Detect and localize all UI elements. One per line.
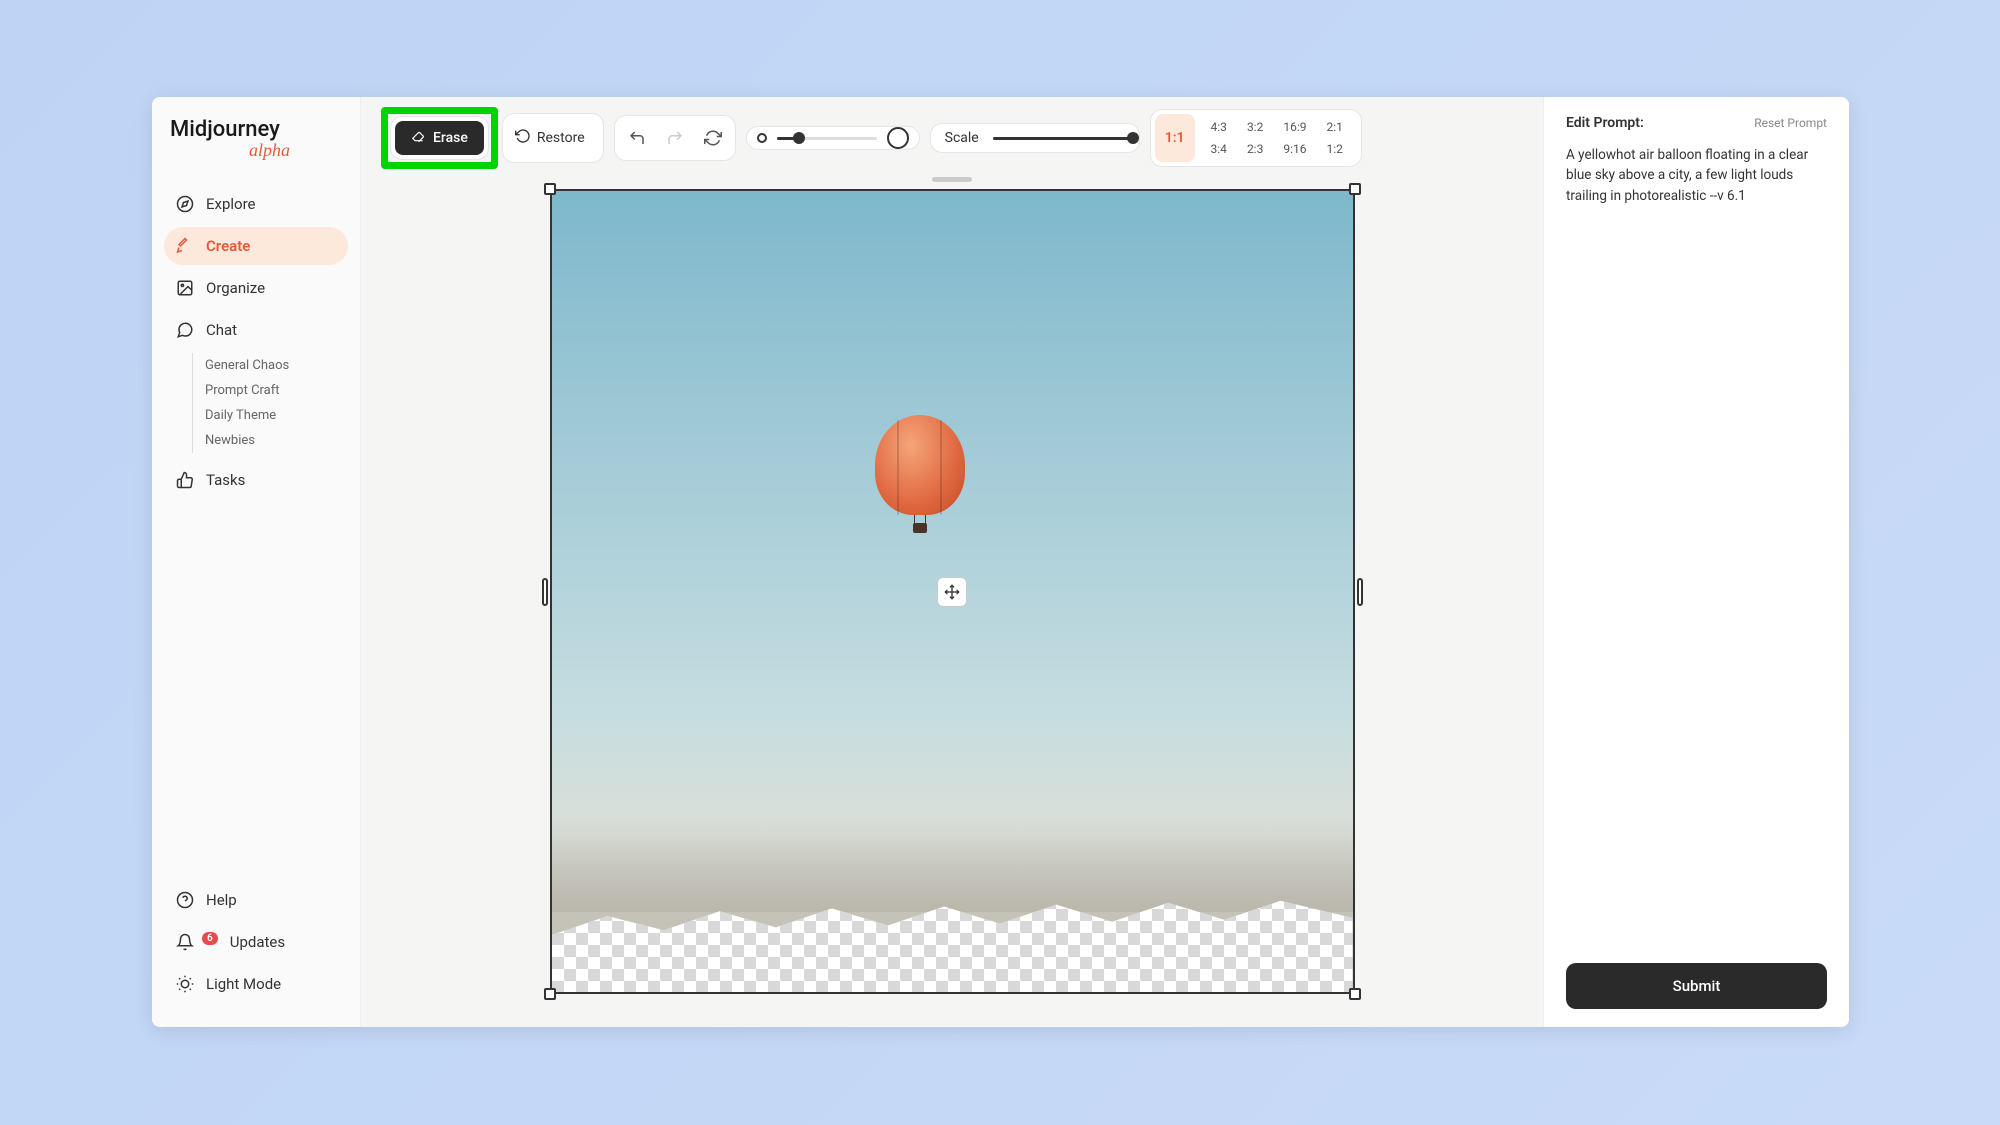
ratio-1-2[interactable]: 1:2 — [1322, 140, 1346, 158]
ratio-9-16[interactable]: 9:16 — [1279, 140, 1310, 158]
history-group — [614, 115, 736, 161]
right-panel: Edit Prompt: Reset Prompt A yellowhot ai… — [1543, 97, 1849, 1027]
nav-chat-label: Chat — [206, 321, 237, 339]
drag-handle-top[interactable] — [932, 177, 972, 182]
thumbsup-icon — [176, 471, 194, 489]
handle-bottom-right[interactable] — [1349, 988, 1361, 1000]
toolbar: Erase Restore Scale — [361, 97, 1543, 179]
undo-button[interactable] — [621, 122, 653, 154]
ratio-3-4[interactable]: 3:4 — [1207, 140, 1231, 158]
canvas[interactable] — [550, 189, 1355, 994]
sun-icon — [176, 975, 194, 993]
reset-prompt-link[interactable]: Reset Prompt — [1754, 116, 1827, 130]
bell-icon — [176, 933, 194, 951]
help-icon — [176, 891, 194, 909]
sidebar-bottom: Help 6 Updates Light Mode — [164, 881, 348, 1007]
nav-explore-label: Explore — [206, 195, 256, 213]
nav-chat[interactable]: Chat — [164, 311, 348, 349]
prompt-text[interactable]: A yellowhot air balloon floating in a cl… — [1566, 145, 1827, 206]
nav-tasks[interactable]: Tasks — [164, 461, 348, 499]
nav-help[interactable]: Help — [164, 881, 348, 919]
chat-icon — [176, 321, 194, 339]
small-circle-icon — [757, 133, 767, 143]
chat-item-prompt[interactable]: Prompt Craft — [205, 378, 348, 403]
move-icon — [944, 584, 960, 600]
nav-create-label: Create — [206, 237, 250, 255]
redo-button[interactable] — [659, 122, 691, 154]
ratio-2-1[interactable]: 2:1 — [1322, 118, 1346, 136]
restore-button[interactable]: Restore — [503, 120, 597, 156]
compass-icon — [176, 195, 194, 213]
nav-organize[interactable]: Organize — [164, 269, 348, 307]
brush-size-slider[interactable] — [746, 126, 920, 150]
ratio-4-3[interactable]: 4:3 — [1207, 118, 1231, 136]
nav-lightmode-label: Light Mode — [206, 975, 281, 993]
handle-mid-right[interactable] — [1357, 578, 1363, 606]
nav-updates[interactable]: 6 Updates — [164, 923, 348, 961]
handle-bottom-left[interactable] — [544, 988, 556, 1000]
scale-group: Scale — [930, 123, 1140, 153]
scale-slider[interactable] — [993, 137, 1133, 140]
ratio-2-3[interactable]: 2:3 — [1243, 140, 1267, 158]
erase-icon — [411, 129, 425, 147]
erase-label: Erase — [433, 130, 468, 146]
nav-organize-label: Organize — [206, 279, 265, 297]
move-handle[interactable] — [937, 577, 967, 607]
big-circle-icon — [887, 127, 909, 149]
handle-top-left[interactable] — [544, 183, 556, 195]
image-icon — [176, 279, 194, 297]
ratio-active[interactable]: 1:1 — [1155, 114, 1195, 162]
reset-button[interactable] — [697, 122, 729, 154]
restore-label: Restore — [537, 130, 585, 146]
updates-badge: 6 — [202, 932, 218, 945]
chat-item-daily[interactable]: Daily Theme — [205, 403, 348, 428]
canvas-area — [361, 179, 1543, 1027]
nav-help-label: Help — [206, 891, 237, 909]
nav-tasks-label: Tasks — [206, 471, 245, 489]
handle-mid-left[interactable] — [542, 578, 548, 606]
nav-create[interactable]: Create — [164, 227, 348, 265]
main-area: Erase Restore Scale — [361, 97, 1543, 1027]
app-window: Midjourney alpha Explore Create Organize… — [152, 97, 1849, 1027]
handle-top-right[interactable] — [1349, 183, 1361, 195]
erase-highlight: Erase — [381, 107, 498, 169]
scale-label: Scale — [937, 130, 987, 146]
restore-icon — [515, 128, 531, 148]
nav-explore[interactable]: Explore — [164, 185, 348, 223]
nav-lightmode[interactable]: Light Mode — [164, 965, 348, 1003]
edit-prompt-title: Edit Prompt: — [1566, 115, 1644, 131]
sidebar: Midjourney alpha Explore Create Organize… — [152, 97, 361, 1027]
logo: Midjourney — [164, 117, 348, 142]
ratio-16-9[interactable]: 16:9 — [1279, 118, 1310, 136]
chat-sublist: General Chaos Prompt Craft Daily Theme N… — [192, 353, 348, 453]
chat-item-newbies[interactable]: Newbies — [205, 428, 348, 453]
paint-icon — [176, 237, 194, 255]
logo-tag: alpha — [164, 140, 348, 161]
nav-updates-label: Updates — [230, 933, 285, 951]
aspect-ratio-group: 1:1 4:3 3:2 16:9 2:1 3:4 2:3 9:16 1:2 — [1150, 109, 1362, 167]
erase-button[interactable]: Erase — [395, 121, 484, 155]
chat-item-general[interactable]: General Chaos — [205, 353, 348, 378]
ratio-3-2[interactable]: 3:2 — [1243, 118, 1267, 136]
submit-button[interactable]: Submit — [1566, 963, 1827, 1009]
